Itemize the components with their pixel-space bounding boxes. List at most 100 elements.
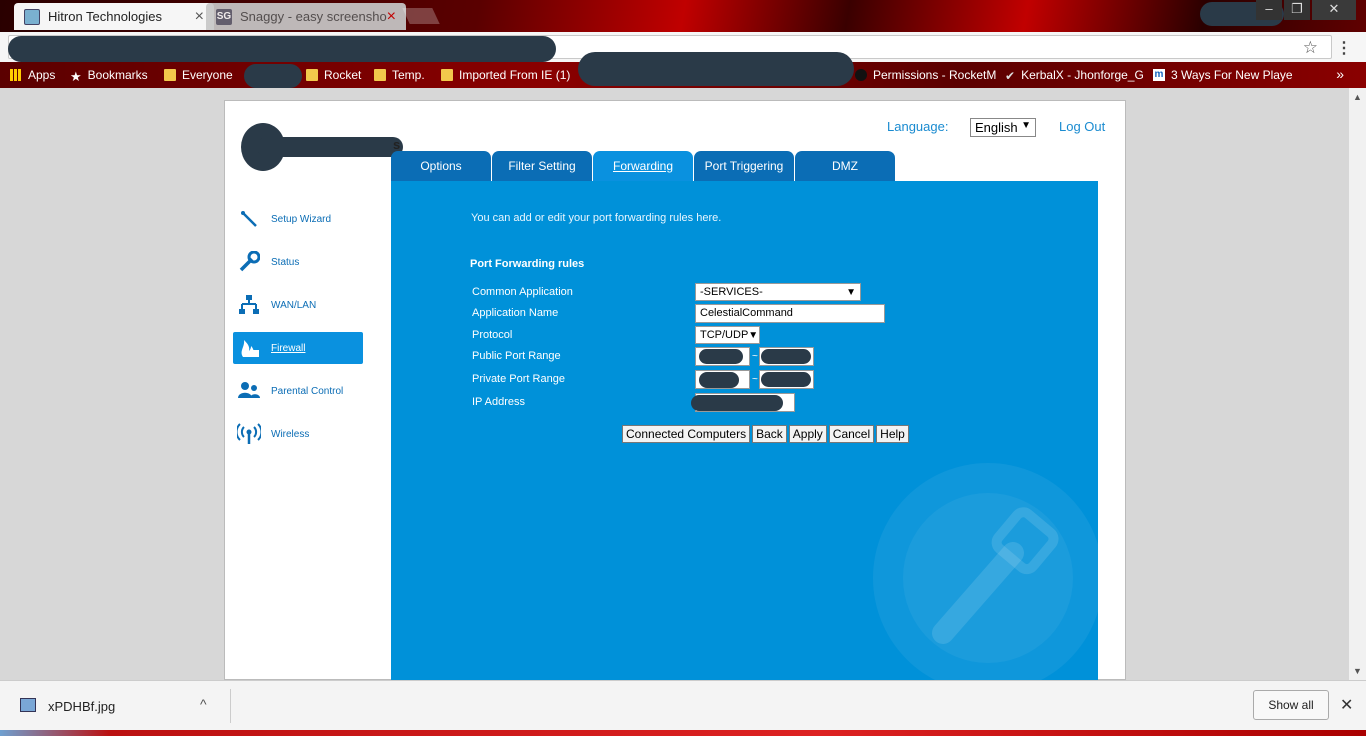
application-name-label: Application Name: [472, 307, 559, 319]
redacted-url: [8, 36, 556, 62]
os-taskbar: [0, 730, 1366, 736]
page-viewport: ▲ ▼ s Language: English ▼ Log Out Option…: [0, 88, 1366, 681]
language-value: English: [975, 120, 1018, 135]
network-icon: [235, 294, 263, 316]
common-application-label: Common Application: [472, 286, 573, 298]
range-separator: ~: [752, 374, 758, 385]
tab-close-icon[interactable]: ×: [195, 8, 204, 26]
sidebar-item-parental-control[interactable]: Parental Control: [233, 375, 363, 407]
bookmarks-overflow-icon[interactable]: »: [1336, 66, 1344, 82]
common-application-select[interactable]: -SERVICES- ▼: [695, 283, 861, 301]
bookmark-temp[interactable]: Temp.: [374, 68, 425, 82]
users-icon: [235, 381, 263, 401]
bookmark-3-ways[interactable]: m3 Ways For New Playe: [1153, 68, 1293, 82]
download-shelf: xPDHBf.jpg ^ Show all ✕: [0, 680, 1366, 730]
sidebar-item-firewall[interactable]: Firewall: [233, 332, 363, 364]
application-name-input[interactable]: CelestialCommand: [695, 304, 885, 323]
restore-button[interactable]: ❐: [1284, 0, 1310, 20]
sidebar-item-status[interactable]: Status: [233, 246, 363, 278]
private-port-label: Private Port Range: [472, 373, 565, 385]
bookmark-bookmarks[interactable]: ★ Bookmarks: [70, 68, 148, 84]
firewall-icon: [235, 337, 263, 359]
redacted-port: [761, 372, 811, 387]
tab-forwarding[interactable]: Forwarding: [593, 151, 693, 181]
m-logo-icon: m: [1153, 69, 1165, 81]
forwarding-panel: You can add or edit your port forwarding…: [391, 181, 1098, 681]
tab-dmz[interactable]: DMZ: [795, 151, 895, 181]
tab-port-triggering[interactable]: Port Triggering: [694, 151, 794, 181]
sidebar-item-label: Wireless: [271, 428, 310, 440]
sidebar-item-label: Parental Control: [271, 385, 344, 397]
back-button[interactable]: Back: [752, 425, 787, 443]
sidebar: Setup Wizard Status WAN/LAN Firewall Par…: [233, 203, 363, 461]
show-all-button[interactable]: Show all: [1253, 690, 1329, 720]
folder-icon: [374, 69, 386, 81]
firewall-tabs: Options Filter Setting Forwarding Port T…: [391, 151, 895, 181]
dropdown-caret-icon: ▼: [748, 329, 759, 341]
bookmarks-bar: Apps ★ Bookmarks Everyone Rocket Temp. Im…: [0, 52, 1366, 88]
browser-titlebar: Hitron Technologies × SG Snaggy - easy s…: [0, 0, 1366, 32]
close-icon[interactable]: ✕: [1340, 695, 1353, 715]
language-select[interactable]: English ▼: [970, 118, 1036, 137]
window-controls: – ❐ ✕: [1256, 0, 1356, 20]
new-tab-button[interactable]: [402, 8, 440, 24]
bookmark-kerbalx[interactable]: ✔ KerbalX - Jhonforge_G: [1005, 68, 1144, 83]
bookmark-apps[interactable]: Apps: [10, 68, 55, 82]
tab-filter-setting[interactable]: Filter Setting: [492, 151, 592, 181]
tab-title: Hitron Technologies: [48, 9, 162, 24]
chrome-menu-icon[interactable]: ⋮: [1336, 38, 1352, 58]
redacted-port: [761, 349, 811, 364]
sidebar-item-wireless[interactable]: Wireless: [233, 418, 363, 450]
browser-tab-snaggy[interactable]: SG Snaggy - easy screensho ×: [206, 3, 406, 30]
logout-link[interactable]: Log Out: [1059, 119, 1105, 134]
sidebar-item-label: WAN/LAN: [271, 299, 317, 311]
vertical-scrollbar[interactable]: ▲ ▼: [1349, 88, 1366, 680]
sidebar-item-label: Firewall: [271, 342, 306, 354]
router-page: s Language: English ▼ Log Out Options Fi…: [224, 100, 1126, 681]
sidebar-item-wan-lan[interactable]: WAN/LAN: [233, 289, 363, 321]
chevron-up-icon[interactable]: ^: [200, 696, 207, 712]
apps-grid-icon: [10, 69, 22, 81]
connected-computers-button[interactable]: Connected Computers: [622, 425, 751, 443]
dropdown-caret-icon: ▼: [846, 286, 856, 298]
folder-icon: [164, 69, 176, 81]
tab-close-icon[interactable]: ×: [387, 8, 396, 26]
protocol-value: TCP/UDP: [700, 329, 749, 341]
divider: [230, 689, 231, 723]
wrench-icon: [235, 251, 263, 273]
minimize-button[interactable]: –: [1256, 0, 1282, 20]
redacted-ip: [691, 395, 783, 411]
sidebar-item-label: Status: [271, 256, 300, 268]
bookmark-permissions[interactable]: Permissions - RocketM: [855, 68, 996, 82]
image-file-icon: [20, 698, 36, 712]
tab-options[interactable]: Options: [391, 151, 491, 181]
bookmark-star-icon[interactable]: ☆: [1303, 38, 1318, 58]
bookmark-everyone[interactable]: Everyone: [164, 68, 233, 82]
cancel-button[interactable]: Cancel: [828, 425, 875, 443]
section-title: Port Forwarding rules: [470, 258, 585, 270]
ip-address-label: IP Address: [472, 396, 525, 408]
wireless-icon: [235, 423, 263, 445]
apply-button[interactable]: Apply: [788, 425, 827, 443]
scroll-up-icon[interactable]: ▲: [1353, 92, 1362, 102]
wrench-watermark-icon: [873, 463, 1098, 681]
browser-tab-hitron[interactable]: Hitron Technologies ×: [14, 3, 214, 30]
public-port-label: Public Port Range: [472, 350, 561, 362]
download-file-name[interactable]: xPDHBf.jpg: [48, 699, 115, 714]
sidebar-item-setup-wizard[interactable]: Setup Wizard: [233, 203, 363, 235]
snaggy-favicon-icon: SG: [216, 8, 232, 25]
sidebar-item-label: Setup Wizard: [271, 213, 332, 225]
wand-icon: [235, 209, 263, 229]
protocol-select[interactable]: TCP/UDP ▼: [695, 326, 760, 344]
bookmark-rocket[interactable]: Rocket: [306, 68, 361, 82]
close-window-button[interactable]: ✕: [1312, 0, 1356, 20]
redacted-port: [699, 349, 743, 364]
bookmark-imported[interactable]: Imported From IE (1): [441, 68, 570, 82]
github-icon: [855, 69, 867, 81]
redacted-port: [699, 372, 739, 388]
intro-text: You can add or edit your port forwarding…: [471, 212, 722, 224]
scroll-down-icon[interactable]: ▼: [1353, 666, 1362, 676]
logo-text-fragment: s: [393, 137, 401, 152]
help-button[interactable]: Help: [876, 425, 909, 443]
form-buttons: Connected Computers Back Apply Cancel He…: [622, 425, 909, 443]
